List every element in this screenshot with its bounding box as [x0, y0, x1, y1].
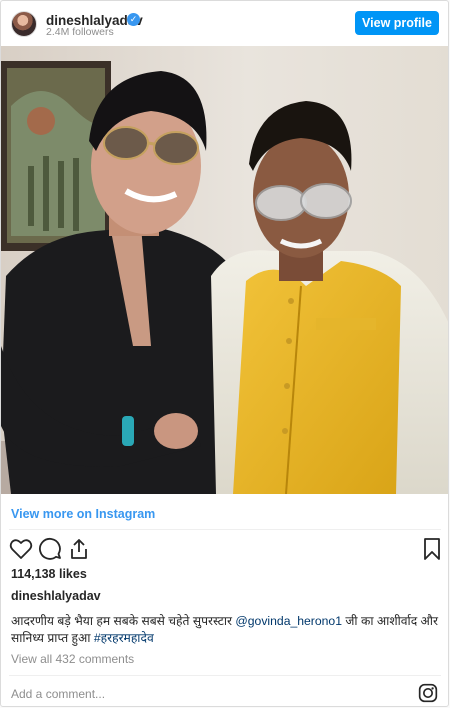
- speech-bubble-icon[interactable]: [38, 537, 62, 561]
- divider: [9, 675, 441, 676]
- view-profile-button[interactable]: View profile: [355, 11, 439, 35]
- caption-username[interactable]: dineshlalyadav: [11, 589, 101, 603]
- caption-body: आदरणीय बड़े भैया हम सबके सबसे चहेते सुपर…: [11, 614, 236, 628]
- post-header: dineshlalyadav ✓ 2.4M followers View pro…: [1, 1, 448, 46]
- caption-text: आदरणीय बड़े भैया हम सबके सबसे चहेते सुपर…: [11, 613, 443, 647]
- avatar[interactable]: [11, 11, 37, 37]
- share-icon[interactable]: [67, 537, 91, 561]
- hashtag-link[interactable]: #हरहरमहादेव: [94, 631, 154, 645]
- view-more-link[interactable]: View more on Instagram: [11, 507, 155, 521]
- heart-icon[interactable]: [9, 537, 33, 561]
- bookmark-icon[interactable]: [420, 537, 444, 561]
- like-count[interactable]: 114,138 likes: [11, 567, 87, 581]
- divider: [9, 529, 441, 530]
- follower-count: 2.4M followers: [46, 26, 114, 38]
- verified-badge-icon: ✓: [127, 13, 140, 26]
- instagram-logo-icon[interactable]: [418, 683, 438, 703]
- comment-input[interactable]: [11, 686, 371, 702]
- action-bar: [1, 537, 448, 561]
- post-photo[interactable]: [1, 46, 448, 494]
- view-all-comments-link[interactable]: View all 432 comments: [11, 652, 134, 666]
- mention-link[interactable]: @govinda_herono1: [235, 614, 342, 628]
- instagram-embed-card: dineshlalyadav ✓ 2.4M followers View pro…: [0, 0, 449, 707]
